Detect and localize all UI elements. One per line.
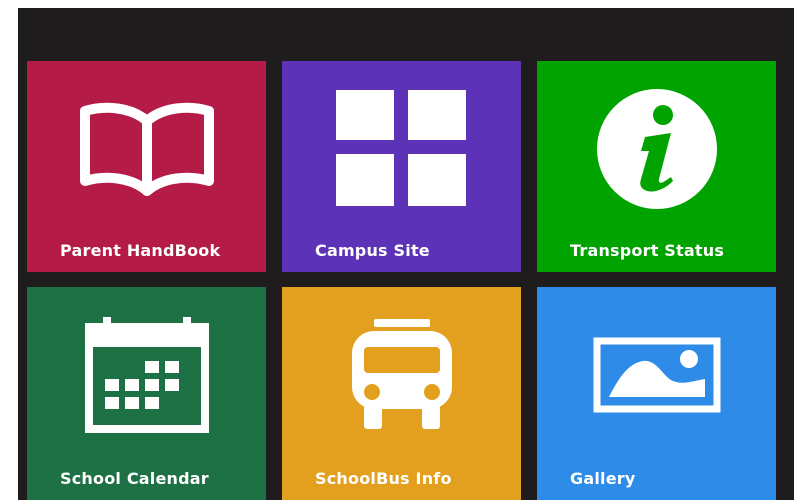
tile-label-school-calendar: School Calendar [60,469,209,488]
tile-transport-status[interactable]: Transport Status [537,61,776,272]
tile-school-calendar[interactable]: School Calendar [27,287,266,500]
tile-dashboard: Parent HandBook Campus Site Transport St… [18,8,794,500]
bus-icon [282,287,521,462]
calendar-icon [27,287,266,462]
tile-label-campus-site: Campus Site [315,241,430,260]
info-icon [537,61,776,236]
tile-campus-site[interactable]: Campus Site [282,61,521,272]
tile-label-gallery: Gallery [570,469,636,488]
tile-label-transport-status: Transport Status [570,241,725,260]
tile-label-parent-handbook: Parent HandBook [60,241,221,260]
windows-grid-icon [282,61,521,236]
tile-label-schoolbus-info: SchoolBus Info [315,469,452,488]
tile-schoolbus-info[interactable]: SchoolBus Info [282,287,521,500]
image-icon [537,287,776,462]
open-book-icon [27,61,266,236]
tile-parent-handbook[interactable]: Parent HandBook [27,61,266,272]
tile-gallery[interactable]: Gallery [537,287,776,500]
